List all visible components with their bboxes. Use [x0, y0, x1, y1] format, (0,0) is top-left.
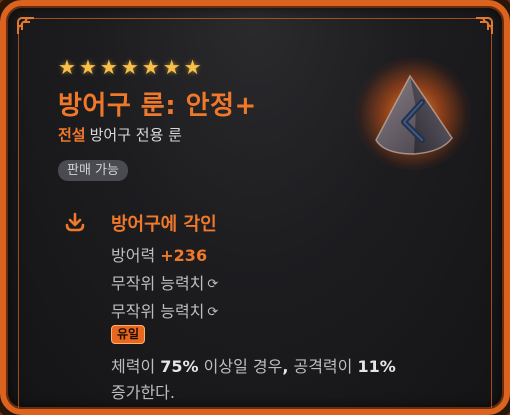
- star-icon: ★: [58, 55, 76, 79]
- random-stat-row: 무작위 능력치 ⟳: [111, 270, 218, 294]
- defense-label: 방어력: [111, 246, 156, 265]
- effect-line-2: 증가한다.: [111, 383, 175, 402]
- random-stat-row: 무작위 능력치 ⟳: [111, 298, 218, 322]
- random-stat-label: 무작위 능력치: [111, 274, 205, 293]
- item-tooltip: ★ ★ ★ ★ ★ ★ ★ 방어구 룬: 안정+ 전설 방어구 전용 룬 판매 가…: [0, 0, 510, 415]
- corner-ornament-icon: [17, 17, 34, 34]
- star-icon: ★: [99, 55, 118, 79]
- effect-text: 이상일 경우: [198, 357, 283, 376]
- item-grade: 전설: [58, 126, 86, 144]
- unique-badge: 유일: [111, 325, 146, 344]
- random-stat-label: 무작위 능력치: [111, 302, 205, 321]
- sell-status-badge: 판매 가능: [58, 160, 128, 181]
- defense-stat: 방어력 +236: [111, 242, 207, 266]
- engrave-section-title: 방어구에 각인: [111, 214, 217, 235]
- star-icon: ★: [78, 55, 97, 79]
- effect-text: 공격력이: [288, 357, 358, 376]
- effect-text: 체력이: [111, 357, 161, 376]
- star-icon: ★: [183, 55, 202, 79]
- item-image: [354, 58, 472, 170]
- attack-bonus-value: 11%: [357, 357, 396, 376]
- refresh-icon: ⟳: [207, 277, 219, 292]
- star-rating: ★ ★ ★ ★ ★ ★ ★: [58, 57, 202, 77]
- hp-threshold-value: 75%: [160, 357, 199, 376]
- triangle-rune-icon: [375, 74, 453, 155]
- star-icon: ★: [120, 55, 139, 79]
- corner-ornament-icon: [476, 17, 493, 34]
- download-arrow-icon: [65, 212, 85, 232]
- item-category: 방어구 전용 룬: [89, 126, 182, 144]
- star-icon: ★: [162, 55, 181, 79]
- refresh-icon: ⟳: [207, 305, 219, 320]
- effect-line-1: 체력이 75% 이상일 경우, 공격력이 11%: [111, 353, 396, 377]
- item-subtitle: 전설 방어구 전용 룬: [58, 124, 182, 145]
- star-icon: ★: [141, 55, 160, 79]
- defense-value: +236: [160, 246, 208, 265]
- item-name: 방어구 룬: 안정+: [58, 91, 257, 121]
